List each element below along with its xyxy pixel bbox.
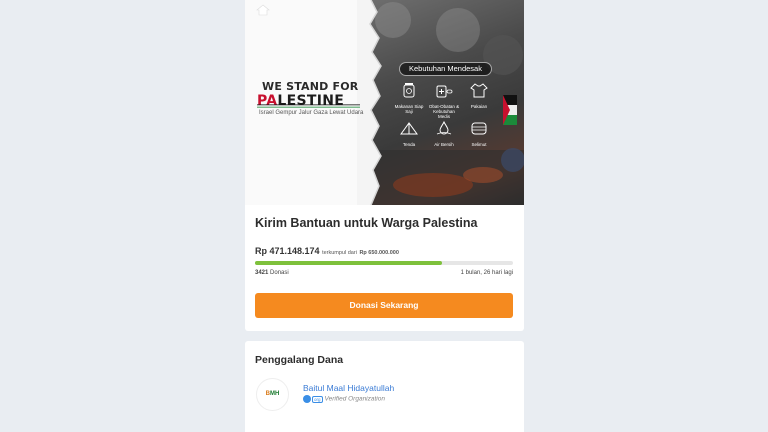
- blanket-icon: [471, 122, 487, 135]
- campaign-banner: WE STAND FOR PALESTINE Israel Gempur Jal…: [245, 0, 524, 205]
- organizer-logo-text-mh: MH: [270, 391, 280, 397]
- palestine-flag-image: [503, 95, 517, 125]
- org-badge: org: [312, 395, 323, 403]
- raised-from-label: terkumpul dari: [322, 250, 357, 256]
- verified-check-icon: [303, 395, 311, 403]
- organizer-card: Penggalang Dana BMH Baitul Maal Hidayatu…: [245, 341, 524, 432]
- verified-row: org Verified Organization: [303, 395, 385, 403]
- need-medicine-label: Obat-Obatan & Kebutuhan Medis: [428, 104, 460, 119]
- need-food: Makanan Siap Saji: [392, 82, 426, 114]
- donor-label: Donasi: [270, 270, 289, 276]
- amount-raised-line: Rp 471.148.174 terkumpul dari Rp 650.000…: [255, 246, 399, 256]
- banner-headline-top: WE STAND FOR: [262, 80, 359, 93]
- water-icon: [436, 120, 452, 135]
- verified-label: Verified Organization: [324, 395, 385, 403]
- food-jar-icon: [403, 83, 415, 98]
- amount-raised: Rp 471.148.174: [255, 246, 320, 256]
- donor-count: 3421: [255, 270, 269, 276]
- banner-tagline: Israel Gempur Jalur Gaza Lewat Udara: [259, 110, 364, 116]
- urgent-needs-title: Kebutuhan Mendesak: [399, 62, 492, 76]
- need-tent: Tenda: [392, 120, 426, 147]
- donate-now-button[interactable]: Donasi Sekarang: [255, 293, 513, 318]
- need-water-label: Air Bersih: [434, 142, 454, 147]
- target-amount: Rp 650.000.000: [359, 250, 399, 256]
- clothes-icon: [470, 83, 488, 98]
- need-clothes: Pakaian: [462, 82, 496, 109]
- need-blanket-label: Selimut: [471, 142, 487, 147]
- tent-icon: [400, 122, 418, 135]
- need-clothes-label: Pakaian: [470, 104, 488, 109]
- need-water: Air Bersih: [427, 120, 461, 147]
- need-blanket: Selimut: [462, 120, 496, 147]
- organizer-logo[interactable]: BMH: [256, 378, 289, 411]
- medicine-icon: [436, 85, 453, 98]
- organizer-name-link[interactable]: Baitul Maal Hidayatullah: [303, 383, 394, 393]
- organizer-heading: Penggalang Dana: [255, 354, 344, 366]
- campaign-card: WE STAND FOR PALESTINE Israel Gempur Jal…: [245, 0, 524, 331]
- need-tent-label: Tenda: [402, 142, 416, 147]
- need-food-label: Makanan Siap Saji: [394, 104, 424, 114]
- progress-bar: [255, 261, 513, 265]
- time-remaining: 1 bulan, 26 hari lagi: [460, 270, 513, 276]
- donor-count-line: 3421 Donasi: [255, 270, 289, 276]
- progress-bar-fill: [255, 261, 443, 265]
- torn-paper-edge: [357, 0, 382, 205]
- campaign-title: Kirim Bantuan untuk Warga Palestina: [255, 216, 478, 230]
- need-medicine: Obat-Obatan & Kebutuhan Medis: [427, 82, 461, 119]
- home-icon[interactable]: [256, 4, 270, 16]
- flag-stripe-overlay: [257, 104, 360, 108]
- campaign-column: WE STAND FOR PALESTINE Israel Gempur Jal…: [245, 0, 524, 432]
